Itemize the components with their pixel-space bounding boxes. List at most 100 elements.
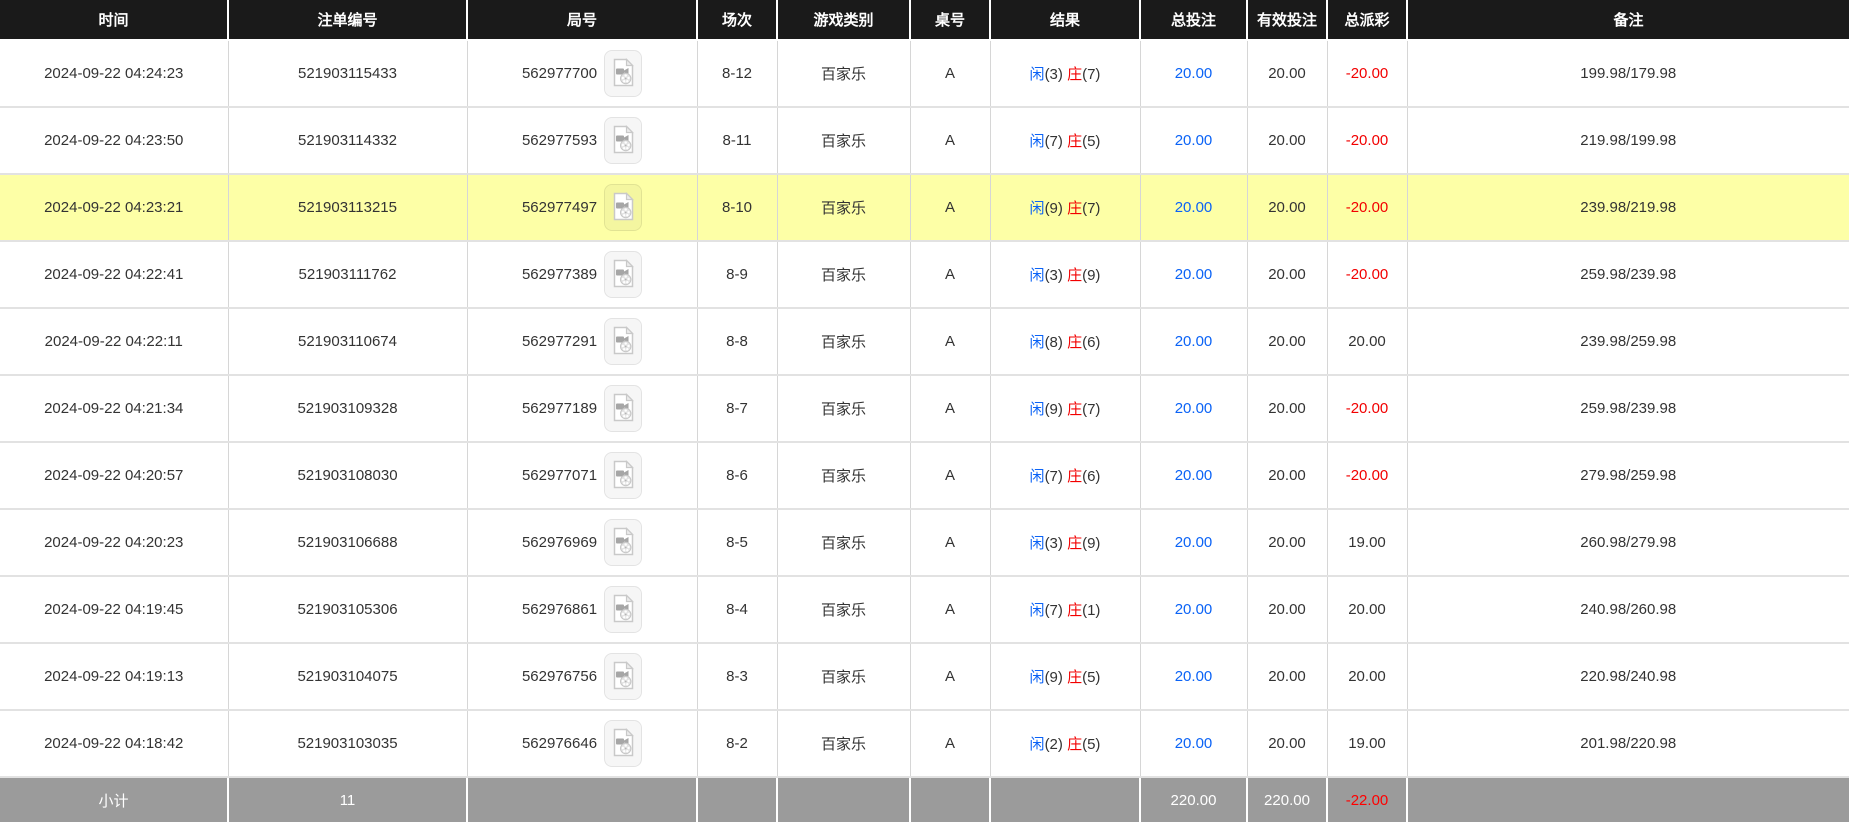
table-row[interactable]: 2024-09-22 04:23:21 521903113215 562977497…: [0, 174, 1849, 242]
column-header-total_bet: 总投注: [1139, 0, 1247, 41]
column-header-table_no: 桌号: [909, 0, 990, 41]
cell-table-no: A: [909, 509, 990, 577]
cell-result: 闲(9) 庄(7): [989, 375, 1140, 443]
total-bet-link[interactable]: 20.00: [1175, 400, 1213, 417]
cell-total-payout: 19.00: [1326, 509, 1407, 577]
cell-total-bet: 20.00: [1139, 174, 1247, 242]
cell-bet-id: 521903105306: [227, 576, 467, 644]
total-bet-link[interactable]: 20.00: [1175, 467, 1213, 484]
table-row[interactable]: 2024-09-22 04:22:41 521903111762 562977389…: [0, 241, 1849, 309]
video-replay-button[interactable]: [604, 653, 643, 700]
footer-empty-remark: [1406, 777, 1849, 822]
video-file-icon: [611, 727, 636, 760]
total-bet-link[interactable]: 20.00: [1175, 65, 1213, 82]
cell-game-type: 百家乐: [776, 241, 910, 309]
result-player-value: (7): [1044, 468, 1063, 485]
table-row[interactable]: 2024-09-22 04:24:23 521903115433 562977700…: [0, 40, 1849, 108]
cell-session: 8-9: [696, 241, 777, 309]
cell-valid-bet: 20.00: [1246, 241, 1327, 309]
cell-total-bet: 20.00: [1139, 241, 1247, 309]
column-header-round_id: 局号: [466, 0, 697, 41]
video-replay-button[interactable]: [604, 452, 643, 499]
table-row[interactable]: 2024-09-22 04:20:57 521903108030 562977071…: [0, 442, 1849, 510]
round-id-text: 562977700: [521, 65, 598, 82]
cell-total-payout: -20.00: [1326, 442, 1407, 510]
cell-total-bet: 20.00: [1139, 576, 1247, 644]
subtotal-row: 小计 11 220.00 220.00 -22.00: [0, 777, 1849, 822]
result-player-value: (3): [1044, 535, 1063, 552]
cell-valid-bet: 20.00: [1246, 509, 1327, 577]
cell-valid-bet: 20.00: [1246, 174, 1327, 242]
result-player-value: (3): [1044, 66, 1063, 83]
cell-result: 闲(3) 庄(9): [989, 509, 1140, 577]
result-banker-value: (5): [1082, 736, 1101, 753]
cell-result: 闲(7) 庄(5): [989, 107, 1140, 175]
result-banker-label: 庄: [1067, 468, 1083, 485]
table-row[interactable]: 2024-09-22 04:22:11 521903110674 562977291…: [0, 308, 1849, 376]
cell-game-type: 百家乐: [776, 174, 910, 242]
cell-round-id: 562977389: [466, 241, 697, 309]
video-replay-button[interactable]: [604, 586, 643, 633]
result-banker-value: (9): [1082, 535, 1101, 552]
video-replay-button[interactable]: [604, 519, 643, 566]
cell-table-no: A: [909, 40, 990, 108]
round-id-text: 562977291: [521, 333, 598, 350]
video-file-icon: [611, 526, 636, 559]
total-bet-link[interactable]: 20.00: [1175, 668, 1213, 685]
total-bet-link[interactable]: 20.00: [1175, 199, 1213, 216]
table-row[interactable]: 2024-09-22 04:18:42 521903103035 562976646…: [0, 710, 1849, 778]
result-player-label: 闲: [1029, 200, 1045, 217]
footer-empty-result: [989, 777, 1140, 822]
cell-table-no: A: [909, 643, 990, 711]
result-player-value: (8): [1044, 334, 1063, 351]
result-banker-label: 庄: [1067, 401, 1083, 418]
video-replay-button[interactable]: [604, 720, 643, 767]
total-bet-link[interactable]: 20.00: [1175, 735, 1213, 752]
total-bet-link[interactable]: 20.00: [1175, 601, 1213, 618]
cell-remark: 279.98/259.98: [1406, 442, 1849, 510]
footer-empty-round: [466, 777, 697, 822]
cell-remark: 239.98/259.98: [1406, 308, 1849, 376]
table-row[interactable]: 2024-09-22 04:19:45 521903105306 562976861…: [0, 576, 1849, 644]
round-id-text: 562976756: [521, 668, 598, 685]
video-replay-button[interactable]: [604, 318, 643, 365]
cell-game-type: 百家乐: [776, 107, 910, 175]
table-row[interactable]: 2024-09-22 04:19:13 521903104075 562976756…: [0, 643, 1849, 711]
video-replay-button[interactable]: [604, 251, 643, 298]
video-file-icon: [611, 660, 636, 693]
table-row[interactable]: 2024-09-22 04:23:50 521903114332 562977593…: [0, 107, 1849, 175]
cell-total-bet: 20.00: [1139, 509, 1247, 577]
total-bet-link[interactable]: 20.00: [1175, 132, 1213, 149]
column-header-bet_id: 注单编号: [227, 0, 467, 41]
cell-valid-bet: 20.00: [1246, 40, 1327, 108]
result-player-value: (9): [1044, 669, 1063, 686]
footer-total-bet: 220.00: [1139, 777, 1247, 822]
cell-game-type: 百家乐: [776, 643, 910, 711]
cell-game-type: 百家乐: [776, 576, 910, 644]
cell-table-no: A: [909, 308, 990, 376]
cell-remark: 240.98/260.98: [1406, 576, 1849, 644]
cell-bet-id: 521903111762: [227, 241, 467, 309]
cell-time: 2024-09-22 04:22:41: [0, 241, 228, 309]
cell-remark: 259.98/239.98: [1406, 375, 1849, 443]
total-bet-link[interactable]: 20.00: [1175, 333, 1213, 350]
cell-time: 2024-09-22 04:20:23: [0, 509, 228, 577]
cell-session: 8-4: [696, 576, 777, 644]
cell-round-id: 562976861: [466, 576, 697, 644]
cell-round-id: 562976646: [466, 710, 697, 778]
video-replay-button[interactable]: [604, 50, 643, 97]
table-row[interactable]: 2024-09-22 04:20:23 521903106688 562976969…: [0, 509, 1849, 577]
video-replay-button[interactable]: [604, 385, 643, 432]
video-replay-button[interactable]: [604, 117, 643, 164]
cell-table-no: A: [909, 107, 990, 175]
result-player-label: 闲: [1029, 66, 1045, 83]
result-player-label: 闲: [1029, 267, 1045, 284]
cell-result: 闲(3) 庄(7): [989, 40, 1140, 108]
cell-time: 2024-09-22 04:23:21: [0, 174, 228, 242]
video-replay-button[interactable]: [604, 184, 643, 231]
cell-valid-bet: 20.00: [1246, 576, 1327, 644]
total-bet-link[interactable]: 20.00: [1175, 266, 1213, 283]
table-row[interactable]: 2024-09-22 04:21:34 521903109328 562977189…: [0, 375, 1849, 443]
cell-round-id: 562977071: [466, 442, 697, 510]
total-bet-link[interactable]: 20.00: [1175, 534, 1213, 551]
